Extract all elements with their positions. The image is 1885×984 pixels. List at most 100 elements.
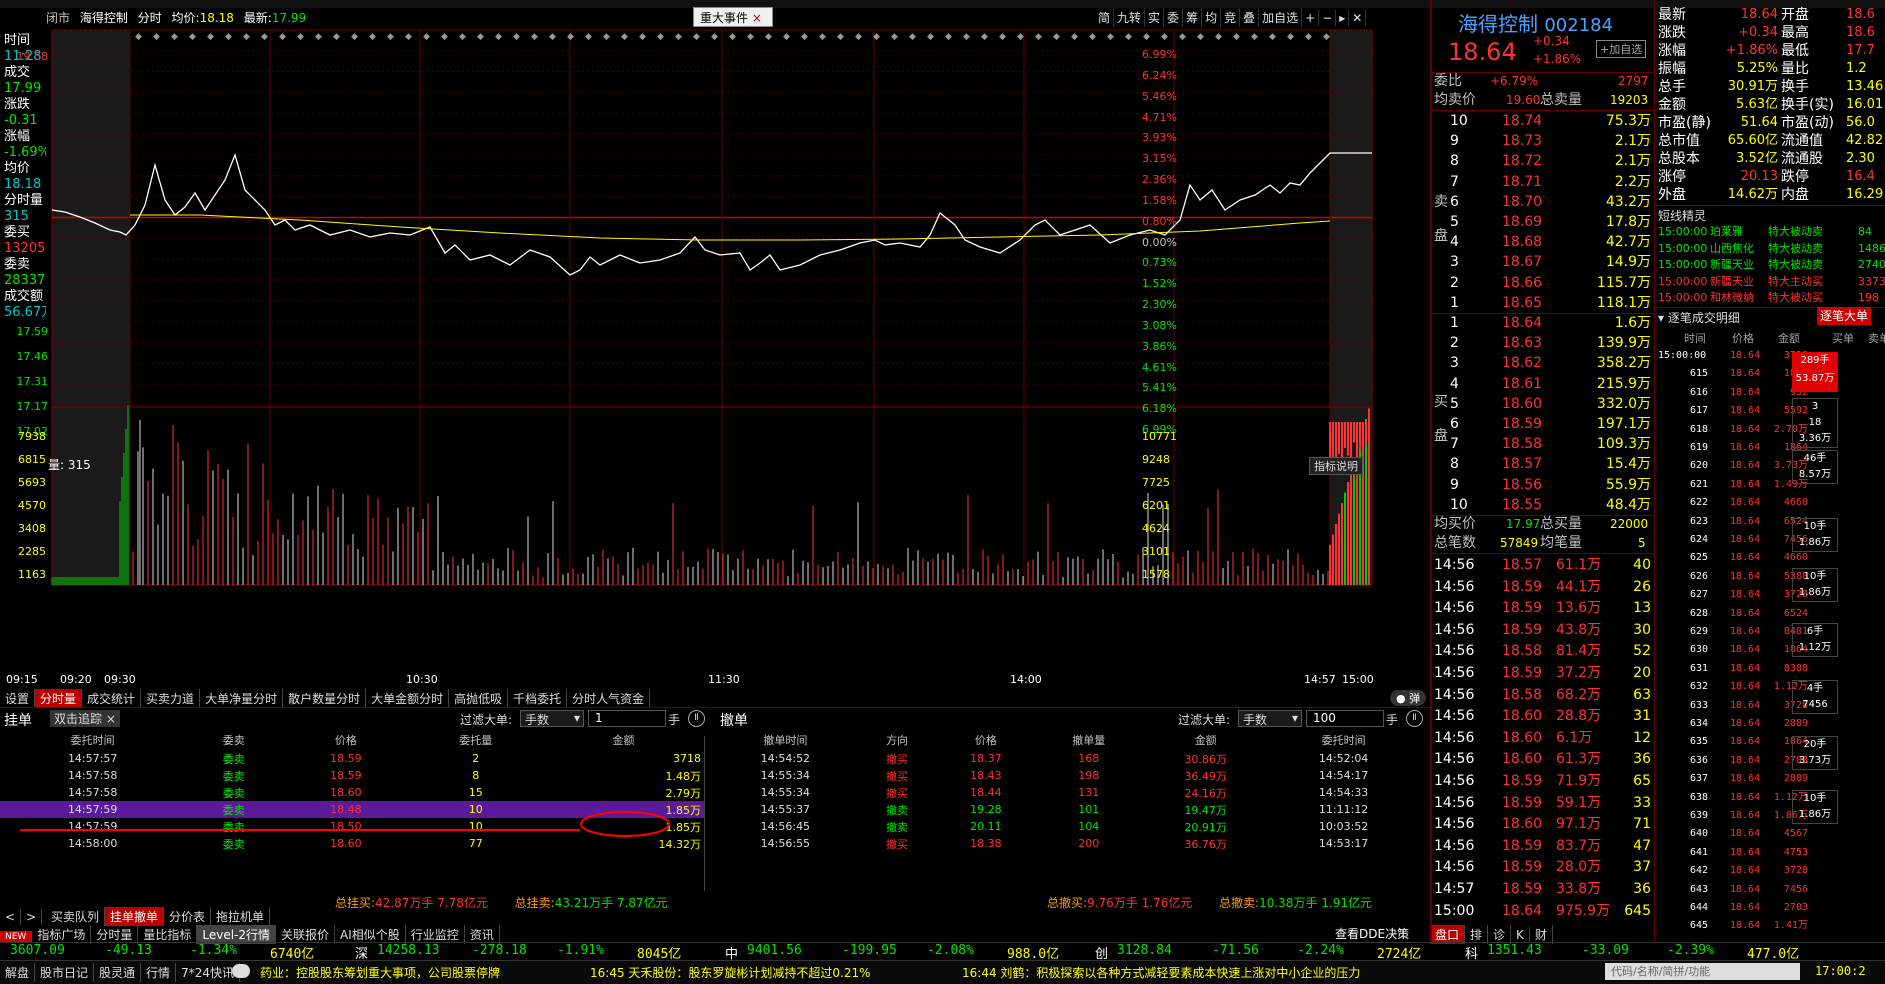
event-marker[interactable]: ◆ xyxy=(549,32,556,42)
quote-level[interactable]: 6 18.59 197.1万 xyxy=(1430,414,1655,434)
event-marker[interactable]: ◆ xyxy=(801,32,808,42)
quote-level[interactable]: 9 18.73 2.1万 xyxy=(1430,131,1655,151)
tab-prev[interactable]: < xyxy=(0,909,22,925)
event-marker[interactable]: ◆ xyxy=(135,32,142,42)
quote-level[interactable]: 7 18.58 109.3万 xyxy=(1430,434,1655,454)
quote-level[interactable]: 8 18.57 15.4万 xyxy=(1430,454,1655,474)
cancel-filter-input[interactable]: 100 xyxy=(1306,710,1384,727)
event-marker[interactable]: ◆ xyxy=(693,32,700,42)
event-marker[interactable]: ◆ xyxy=(495,32,502,42)
indicator-tab-3[interactable]: 买卖力道 xyxy=(141,689,201,708)
event-marker[interactable]: ◆ xyxy=(981,32,988,42)
add-watchlist-button[interactable]: +加自选 xyxy=(1596,40,1647,58)
indicator-tab-0[interactable]: 设置 xyxy=(0,689,36,708)
ticker-btn-3[interactable]: 行情 xyxy=(141,963,177,982)
news-item-1[interactable]: 药业：控股股东筹划重大事项，公司股票停牌 xyxy=(260,964,500,981)
major-event-tab[interactable]: 重大事件 × xyxy=(693,7,773,27)
event-marker[interactable]: ◆ xyxy=(927,32,934,42)
event-marker[interactable]: ◆ xyxy=(297,32,304,42)
event-marker[interactable]: ◆ xyxy=(1017,32,1024,42)
chat-icon[interactable] xyxy=(232,964,250,978)
event-marker[interactable]: ◆ xyxy=(603,32,610,42)
event-marker[interactable]: ◆ xyxy=(1179,32,1186,42)
quote-level[interactable]: 2 18.63 139.9万 xyxy=(1430,333,1655,353)
event-marker[interactable]: ◆ xyxy=(243,32,250,42)
event-marker[interactable]: ◆ xyxy=(639,32,646,42)
tab-price-table[interactable]: 分价表 xyxy=(164,907,211,926)
tab-queue[interactable]: 买卖队列 xyxy=(46,907,105,926)
toolbar-btn-12[interactable]: ✕ xyxy=(1349,10,1367,26)
indicator-tab-7[interactable]: 高抛低吸 xyxy=(449,689,509,708)
event-marker[interactable]: ◆ xyxy=(189,32,196,42)
event-marker[interactable]: ◆ xyxy=(1305,32,1312,42)
quote-level[interactable]: 5 18.69 17.8万 xyxy=(1430,212,1655,232)
indicator-tab-2[interactable]: 成交统计 xyxy=(82,689,142,708)
event-marker[interactable]: ◆ xyxy=(1143,32,1150,42)
news-item-2[interactable]: 16:45 天禾股份：股东罗旋彬计划减持不超过0.21% xyxy=(590,964,871,981)
pause-icon[interactable]: Ⅱ xyxy=(688,710,705,727)
table-row[interactable]: 14:55:37 撤卖 19.28 101 19.47万 11:11:12 xyxy=(712,801,1417,818)
event-marker[interactable]: ◆ xyxy=(855,32,862,42)
indicator-tab-8[interactable]: 千档委托 xyxy=(508,689,568,708)
event-marker[interactable]: ◆ xyxy=(1287,32,1294,42)
event-marker[interactable]: ◆ xyxy=(1107,32,1114,42)
event-marker[interactable]: ◆ xyxy=(1089,32,1096,42)
cancel-col-3[interactable]: 撤单量 xyxy=(1036,730,1141,750)
event-marker[interactable]: ◆ xyxy=(891,32,898,42)
quote-level[interactable]: 8 18.72 2.1万 xyxy=(1430,151,1655,171)
event-marker[interactable]: ◆ xyxy=(1053,32,1060,42)
indicator-help-button[interactable]: 指标说明 xyxy=(1309,457,1363,475)
indicator-tab-4[interactable]: 大单净量分时 xyxy=(200,689,284,708)
table-row[interactable]: 14:55:34 撤买 18.44 131 24.16万 14:54:33 xyxy=(712,784,1417,801)
toolbar-btn-10[interactable]: − xyxy=(1319,10,1337,26)
event-marker[interactable]: ◆ xyxy=(531,32,538,42)
indicator-tab-5[interactable]: 散户数量分时 xyxy=(283,689,367,708)
event-marker[interactable]: ◆ xyxy=(405,32,412,42)
event-marker[interactable]: ◆ xyxy=(747,32,754,42)
cancel-col-1[interactable]: 方向 xyxy=(859,730,936,750)
table-row[interactable]: 14:56:45 撤卖 20.11 104 20.91万 10:03:52 xyxy=(712,818,1417,835)
event-marker[interactable]: ◆ xyxy=(675,32,682,42)
event-marker[interactable]: ◆ xyxy=(657,32,664,42)
quote-level[interactable]: 10 18.74 75.3万 xyxy=(1430,111,1655,131)
quote-level[interactable]: 9 18.56 55.9万 xyxy=(1430,475,1655,495)
news-item-3[interactable]: 16:44 刘鹤：积极探索以各种方式减轻要素成本快速上涨对中小企业的压力 xyxy=(962,964,1360,981)
index-value-2[interactable]: 9401.56 xyxy=(747,943,802,958)
index-value-1[interactable]: 14258.13 xyxy=(377,943,440,958)
intraday-chart[interactable]: ◆ ◆ ◆ ◆ ◆ ◆ ◆ ◆ ◆ ◆ ◆ ◆ ◆ ◆ ◆ ◆ ◆ ◆ ◆ ◆ ◆ ◆ ◆ ◆ ◆ ◆ ◆ ◆ ◆ ◆ ◆ ◆ ◆ ◆ ◆ ◆ ◆ ◆ ◆ ◆… xyxy=(0,25,1430,715)
close-icon[interactable]: × xyxy=(752,11,762,25)
event-marker[interactable]: ◆ xyxy=(1323,32,1330,42)
ticker-btn-1[interactable]: 股市日记 xyxy=(35,963,95,982)
cancel-col-4[interactable]: 金额 xyxy=(1141,730,1270,750)
event-marker[interactable]: ◆ xyxy=(315,32,322,42)
ticker-btn-0[interactable]: 解盘 xyxy=(0,963,36,982)
event-marker[interactable]: ◆ xyxy=(1125,32,1132,42)
quote-level[interactable]: 1 18.64 1.6万 xyxy=(1430,313,1655,333)
event-marker[interactable]: ◆ xyxy=(387,32,394,42)
ticker-btn-4[interactable]: 7*24快讯 xyxy=(176,963,240,982)
event-marker[interactable]: ◆ xyxy=(423,32,430,42)
event-marker[interactable]: ◆ xyxy=(621,32,628,42)
event-marker[interactable]: ◆ xyxy=(1269,32,1276,42)
quote-level[interactable]: 2 18.66 115.7万 xyxy=(1430,273,1655,293)
cancel-filter-unit-select[interactable]: 手数 ▾ xyxy=(1238,710,1302,727)
event-marker[interactable]: ◆ xyxy=(1233,32,1240,42)
event-marker[interactable]: ◆ xyxy=(261,32,268,42)
indicator-tab-1[interactable]: 分时量 xyxy=(35,689,83,708)
index-value-0[interactable]: 3607.09 xyxy=(10,943,65,958)
order-filter-unit-select[interactable]: 手数 ▾ xyxy=(520,710,584,727)
event-marker[interactable]: ◆ xyxy=(1161,32,1168,42)
event-marker[interactable]: ◆ xyxy=(783,32,790,42)
event-marker[interactable]: ◆ xyxy=(351,32,358,42)
quote-level[interactable]: 7 18.71 2.2万 xyxy=(1430,172,1655,192)
event-marker[interactable]: ◆ xyxy=(765,32,772,42)
event-marker[interactable]: ◆ xyxy=(585,32,592,42)
event-marker[interactable]: ◆ xyxy=(567,32,574,42)
dde-button[interactable]: 查看DDE决策 xyxy=(1335,925,1409,942)
event-marker[interactable]: ◆ xyxy=(945,32,952,42)
event-marker[interactable]: ◆ xyxy=(711,32,718,42)
ticker-btn-2[interactable]: 股灵通 xyxy=(94,963,142,982)
event-marker[interactable]: ◆ xyxy=(441,32,448,42)
event-marker[interactable]: ◆ xyxy=(513,32,520,42)
event-marker[interactable]: ◆ xyxy=(1251,32,1258,42)
